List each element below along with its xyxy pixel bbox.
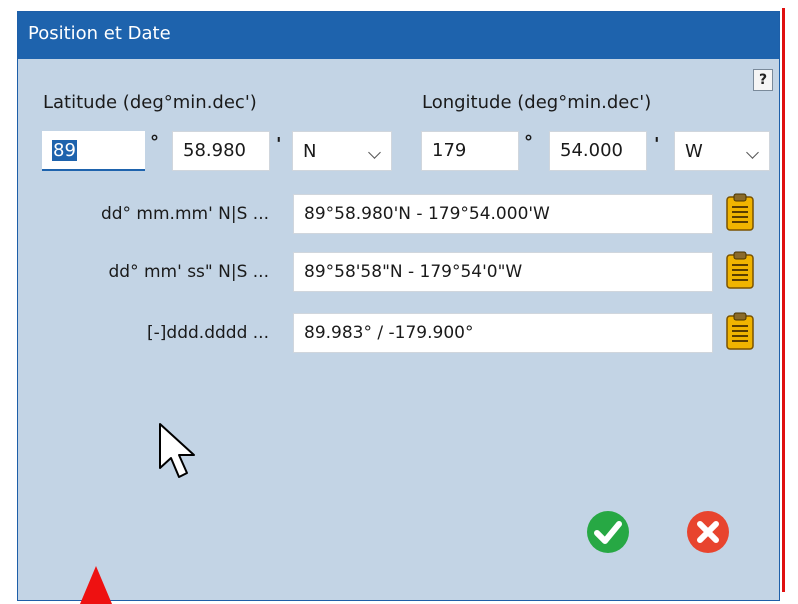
format-label-decimal: [-]ddd.dddd ... (147, 323, 269, 343)
format-output-dmm[interactable]: 89°58.980'N - 179°54.000'W (293, 194, 713, 234)
latitude-hemisphere-select[interactable]: N (292, 131, 392, 171)
format-output-decimal[interactable]: 89.983° / -179.900° (293, 313, 713, 353)
longitude-hemisphere-select[interactable]: W (674, 131, 770, 171)
latitude-label: Latitude (deg°min.dec') (43, 92, 257, 113)
clipboard-copy-icon[interactable] (726, 251, 754, 289)
longitude-minutes-input[interactable]: 54.000 (549, 131, 647, 171)
window-title: Position et Date (28, 23, 171, 44)
format-label-dmm: dd° mm.mm' N|S ... (100, 204, 269, 224)
latitude-degrees-input[interactable]: 89 (42, 131, 145, 171)
red-arrow-marker (80, 566, 112, 604)
latitude-minute-symbol: ' (276, 134, 282, 155)
red-marker-line (782, 8, 785, 592)
position-date-dialog: Position et Date ? Latitude (deg°min.dec… (17, 11, 780, 604)
format-output-dms[interactable]: 89°58'58"N - 179°54'0"W (293, 252, 713, 292)
latitude-hemisphere-value: N (303, 141, 317, 162)
latitude-degree-symbol: ° (150, 132, 159, 153)
longitude-degree-symbol: ° (524, 132, 533, 153)
longitude-degrees-input[interactable]: 179 (421, 131, 519, 171)
help-button[interactable]: ? (753, 69, 773, 91)
format-label-dms: dd° mm' ss" N|S ... (108, 262, 269, 282)
longitude-minute-symbol: ' (654, 134, 660, 155)
clipboard-copy-icon[interactable] (726, 312, 754, 350)
latitude-minutes-input[interactable]: 58.980 (172, 131, 270, 171)
clipboard-copy-icon[interactable] (726, 193, 754, 231)
cancel-close-button[interactable] (686, 510, 730, 554)
longitude-label: Longitude (deg°min.dec') (422, 92, 652, 113)
mouse-cursor-icon (159, 423, 195, 478)
title-bar: Position et Date (18, 12, 779, 59)
chevron-down-icon (746, 146, 759, 159)
longitude-hemisphere-value: W (685, 141, 703, 162)
ok-check-button[interactable] (586, 510, 630, 554)
chevron-down-icon (368, 146, 381, 159)
